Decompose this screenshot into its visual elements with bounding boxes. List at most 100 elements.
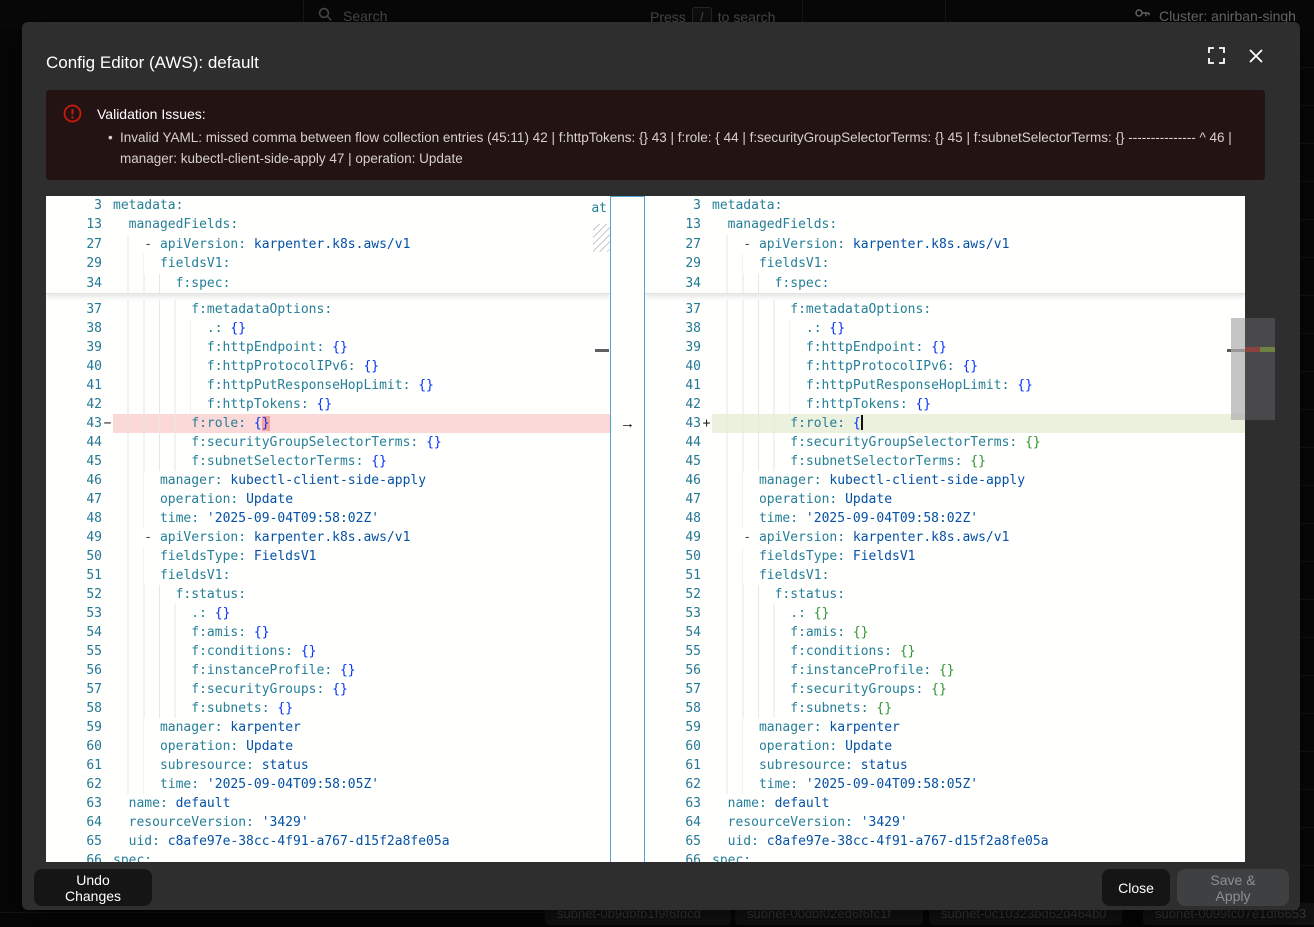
line-number: 53 (645, 604, 712, 623)
code-line[interactable]: 63name: default (645, 794, 1245, 813)
code-line[interactable]: 37f:metadataOptions: (46, 300, 610, 319)
code-line[interactable]: 57f:securityGroups: {} (46, 680, 610, 699)
line-number: 66 (46, 851, 113, 862)
code-line[interactable]: 13managedFields: (46, 215, 610, 234)
code-line[interactable]: 49- apiVersion: karpenter.k8s.aws/v1 (46, 528, 610, 547)
code-line[interactable]: 3metadata: (645, 196, 1245, 215)
code-line[interactable]: 44f:securityGroupSelectorTerms: {} (46, 433, 610, 452)
code-line[interactable]: 47operation: Update (46, 490, 610, 509)
code-line[interactable]: 38.: {} (645, 319, 1245, 338)
code-line[interactable]: 29fieldsV1: (645, 254, 1245, 273)
code-line[interactable]: 44f:securityGroupSelectorTerms: {} (645, 433, 1245, 452)
overview-added-marker (1260, 347, 1275, 352)
code-line[interactable]: 50fieldsType: FieldsV1 (645, 547, 1245, 566)
code-line[interactable]: 54f:amis: {} (46, 623, 610, 642)
line-number: 39 (46, 338, 113, 357)
code-line[interactable]: 65uid: c8afe97e-38cc-4f91-a767-d15f2a8fe… (46, 832, 610, 851)
code-line[interactable]: 38.: {} (46, 319, 610, 338)
code-line[interactable]: 48time: '2025-09-04T09:58:02Z' (46, 509, 610, 528)
line-number: 29 (645, 254, 712, 273)
code-line[interactable]: 39f:httpEndpoint: {} (46, 338, 610, 357)
code-line[interactable]: 64resourceVersion: '3429' (645, 813, 1245, 832)
line-number: 54 (645, 623, 712, 642)
code-line[interactable]: 37f:metadataOptions: (645, 300, 1245, 319)
line-number: 48 (645, 509, 712, 528)
code-line[interactable]: 60operation: Update (46, 737, 610, 756)
code-line[interactable]: 42f:httpTokens: {} (645, 395, 1245, 414)
code-line[interactable]: 66spec: (46, 851, 610, 862)
code-line[interactable]: 58f:subnets: {} (645, 699, 1245, 718)
code-line[interactable]: 49- apiVersion: karpenter.k8s.aws/v1 (645, 528, 1245, 547)
line-number: 47 (46, 490, 113, 509)
code-line[interactable]: 41f:httpPutResponseHopLimit: {} (645, 376, 1245, 395)
code-line[interactable]: 47operation: Update (645, 490, 1245, 509)
line-number: 64 (46, 813, 113, 832)
diff-editor-sash[interactable]: → (610, 196, 645, 862)
code-line[interactable]: 52f:status: (46, 585, 610, 604)
code-line[interactable]: 48time: '2025-09-04T09:58:02Z' (645, 509, 1245, 528)
code-line[interactable]: 39f:httpEndpoint: {} (645, 338, 1245, 357)
code-line[interactable]: 56f:instanceProfile: {} (645, 661, 1245, 680)
modified-editor-pane[interactable]: 3metadata:13managedFields:27- apiVersion… (645, 196, 1245, 862)
line-number: 27 (46, 235, 113, 254)
line-number: 46 (645, 471, 712, 490)
close-modal-button[interactable]: Close (1102, 869, 1170, 906)
code-line[interactable]: 27- apiVersion: karpenter.k8s.aws/v1 (46, 235, 610, 254)
code-line[interactable]: 58f:subnets: {} (46, 699, 610, 718)
diff-removed-line[interactable]: 43−f:role: {} (46, 414, 610, 433)
code-line[interactable]: 61subresource: status (645, 756, 1245, 775)
code-line[interactable]: 54f:amis: {} (645, 623, 1245, 642)
code-line[interactable]: 59manager: karpenter (46, 718, 610, 737)
code-line[interactable]: 40f:httpProtocolIPv6: {} (645, 357, 1245, 376)
expand-button[interactable] (1202, 43, 1230, 71)
code-line[interactable]: 66spec: (645, 851, 1245, 862)
line-number: 43− (46, 414, 113, 433)
code-line[interactable]: 55f:conditions: {} (46, 642, 610, 661)
validation-alert: Validation Issues: • Invalid YAML: misse… (46, 90, 1265, 180)
code-line[interactable]: 65uid: c8afe97e-38cc-4f91-a767-d15f2a8fe… (645, 832, 1245, 851)
undo-changes-button[interactable]: Undo Changes (34, 869, 152, 906)
code-line[interactable]: 34f:spec: (645, 274, 1245, 293)
code-line[interactable]: 57f:securityGroups: {} (645, 680, 1245, 699)
code-line[interactable]: 51fieldsV1: (46, 566, 610, 585)
code-line[interactable]: 27- apiVersion: karpenter.k8s.aws/v1 (645, 235, 1245, 254)
code-line[interactable]: 3metadata: (46, 196, 610, 215)
code-line[interactable]: 34f:spec: (46, 274, 610, 293)
vertical-scrollbar-thumb[interactable] (1231, 318, 1245, 420)
code-line[interactable]: 61subresource: status (46, 756, 610, 775)
original-editor-pane[interactable]: 3metadata:13managedFields:27- apiVersion… (46, 196, 610, 862)
line-number: 13 (46, 215, 113, 234)
line-number: 3 (645, 196, 712, 215)
code-line[interactable]: 63name: default (46, 794, 610, 813)
code-line[interactable]: 53.: {} (645, 604, 1245, 623)
code-line[interactable]: 45f:subnetSelectorTerms: {} (645, 452, 1245, 471)
revert-diff-arrow-button[interactable]: → (611, 414, 644, 433)
code-line[interactable]: 53.: {} (46, 604, 610, 623)
code-line[interactable]: 51fieldsV1: (645, 566, 1245, 585)
code-line[interactable]: 29fieldsV1: (46, 254, 610, 273)
code-line[interactable]: 46manager: kubectl-client-side-apply (645, 471, 1245, 490)
code-line[interactable]: 62time: '2025-09-04T09:58:05Z' (645, 775, 1245, 794)
diff-added-line[interactable]: 43+f:role: { (645, 414, 1245, 433)
close-button[interactable] (1242, 43, 1270, 71)
code-line[interactable]: 62time: '2025-09-04T09:58:05Z' (46, 775, 610, 794)
save-apply-button[interactable]: Save & Apply (1177, 869, 1289, 906)
diff-overview-ruler[interactable] (1245, 196, 1275, 862)
code-line[interactable]: 56f:instanceProfile: {} (46, 661, 610, 680)
code-line[interactable]: 40f:httpProtocolIPv6: {} (46, 357, 610, 376)
line-number: 57 (46, 680, 113, 699)
code-line[interactable]: 42f:httpTokens: {} (46, 395, 610, 414)
code-line[interactable]: 52f:status: (645, 585, 1245, 604)
code-line[interactable]: 55f:conditions: {} (645, 642, 1245, 661)
code-line[interactable]: 60operation: Update (645, 737, 1245, 756)
code-line[interactable]: 64resourceVersion: '3429' (46, 813, 610, 832)
screen: Search Press / to search Cluster: anirba… (0, 0, 1314, 927)
code-line[interactable]: 41f:httpPutResponseHopLimit: {} (46, 376, 610, 395)
code-line[interactable]: 46manager: kubectl-client-side-apply (46, 471, 610, 490)
code-line[interactable]: 50fieldsType: FieldsV1 (46, 547, 610, 566)
code-line[interactable]: 59manager: karpenter (645, 718, 1245, 737)
overview-viewport-slider[interactable] (1245, 318, 1275, 420)
code-line[interactable]: 13managedFields: (645, 215, 1245, 234)
sticky-scroll-header: 3metadata:13managedFields:27- apiVersion… (645, 196, 1245, 294)
code-line[interactable]: 45f:subnetSelectorTerms: {} (46, 452, 610, 471)
